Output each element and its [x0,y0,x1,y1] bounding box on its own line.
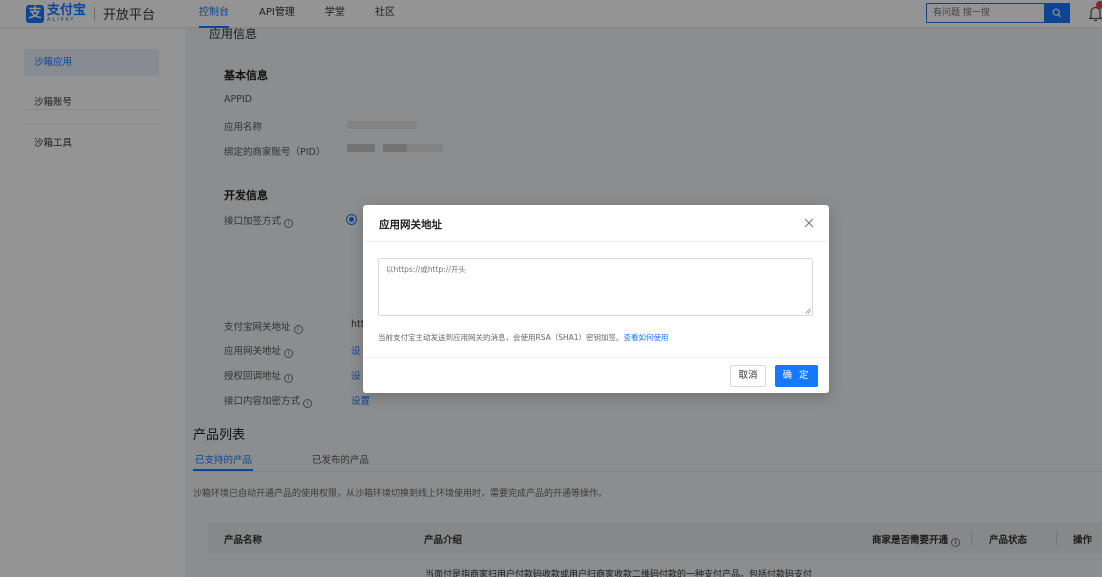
dialog-header-divider [363,241,829,242]
close-icon[interactable] [803,217,815,229]
app-gateway-dialog: 应用网关地址 当前支付宝主动发送到应用网关的消息，会使用RSA（SHA1）密钥加… [363,205,829,393]
cancel-button[interactable]: 取消 [730,365,766,387]
gateway-url-input[interactable] [378,258,813,316]
how-to-use-link[interactable]: 查看如何使用 [624,333,669,342]
dialog-help-text: 当前支付宝主动发送到应用网关的消息，会使用RSA（SHA1）密钥加签。查看如何使… [378,332,669,343]
help-text: 当前支付宝主动发送到应用网关的消息，会使用RSA（SHA1）密钥加签。 [378,333,624,342]
resize-grip-icon[interactable] [805,308,811,314]
dialog-footer-divider [363,357,829,358]
confirm-button[interactable]: 确 定 [775,365,818,387]
dialog-title: 应用网关地址 [379,219,442,231]
